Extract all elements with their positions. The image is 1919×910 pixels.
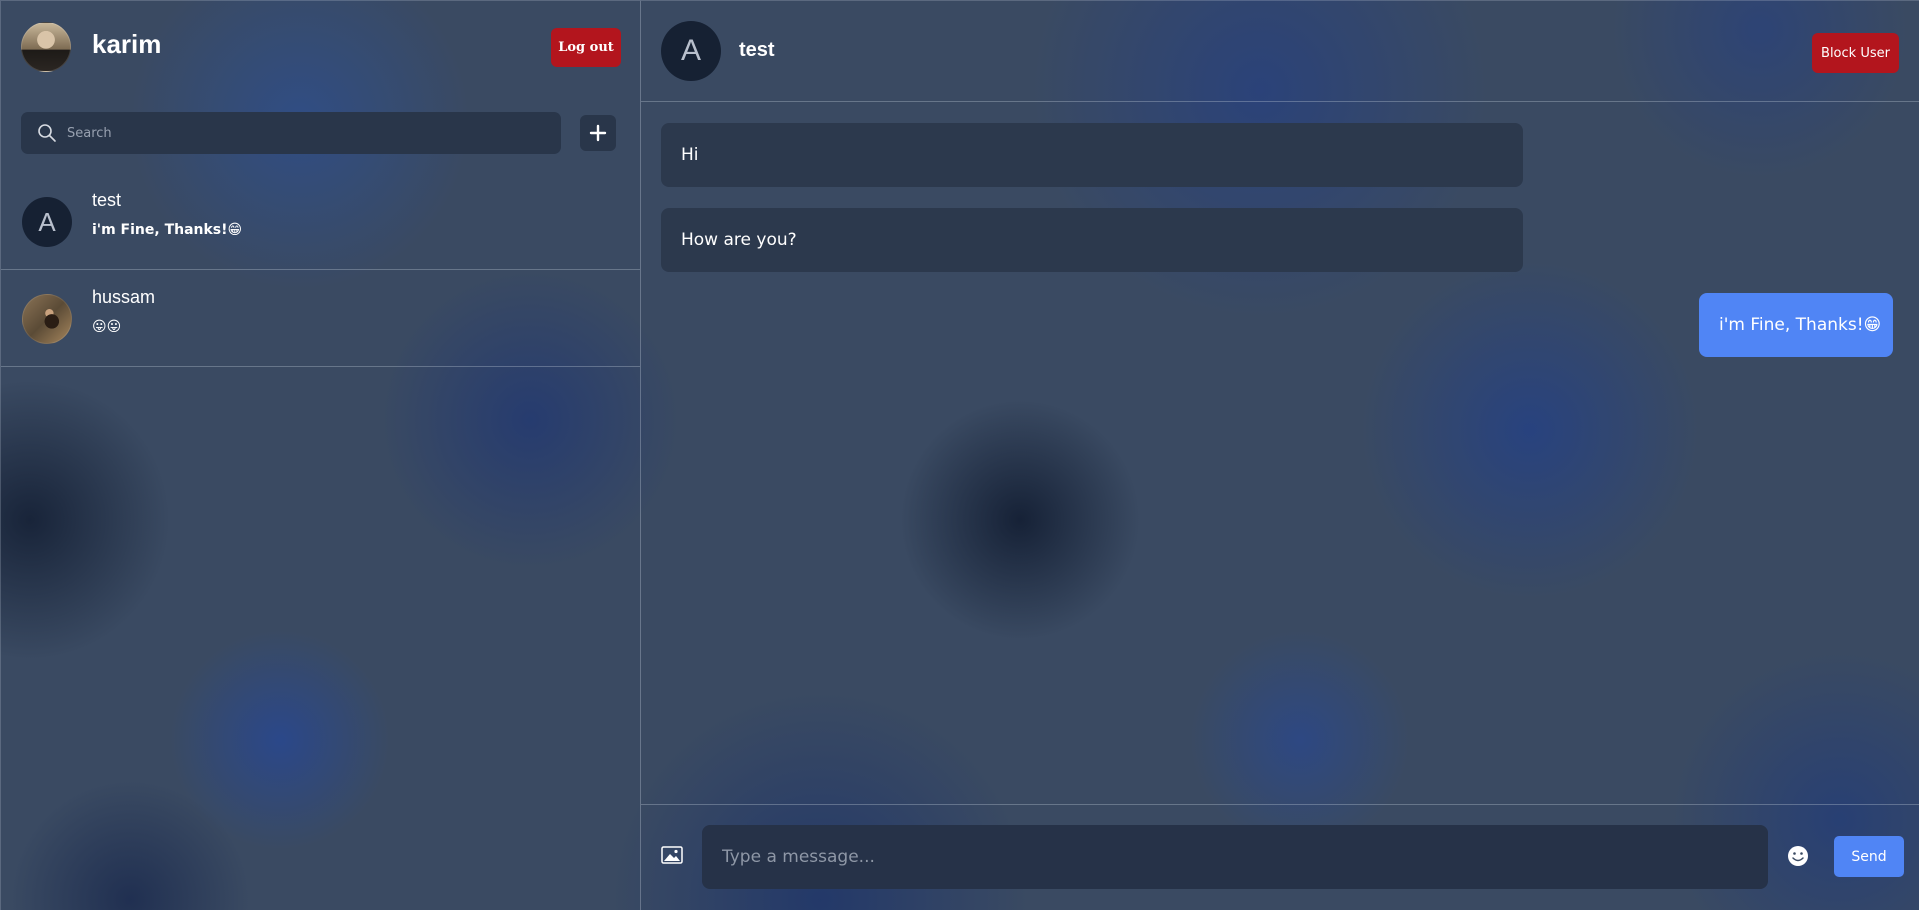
search-box — [21, 112, 561, 154]
chat-panel: A test Block User Hi How are you? i'm Fi… — [641, 0, 1919, 910]
logout-button[interactable]: Log out — [551, 28, 621, 67]
search-input[interactable] — [67, 125, 561, 141]
emoji-picker-icon[interactable] — [1787, 845, 1809, 867]
chat-header-name: test — [739, 39, 775, 61]
sidebar: karim Log out A t — [0, 0, 641, 910]
chat-avatar — [22, 294, 72, 344]
chat-list-item[interactable]: hussam 😛😛 — [1, 270, 640, 367]
message-bubble-incoming: Hi — [661, 123, 1523, 187]
chat-name: hussam — [92, 287, 156, 307]
chat-app: karim Log out A t — [0, 0, 1919, 910]
chat-header-avatar[interactable]: A — [661, 21, 721, 81]
message-composer: Send — [641, 804, 1919, 910]
chat-name: test — [92, 190, 122, 210]
message-bubble-incoming: How are you? — [661, 208, 1523, 272]
message-list: Hi How are you? i'm Fine, Thanks!😁 — [641, 102, 1919, 804]
plus-icon — [589, 124, 607, 142]
search-icon — [27, 112, 67, 154]
current-user-avatar[interactable] — [21, 22, 71, 72]
chat-avatar: A — [22, 197, 72, 247]
chat-last-message: i'm Fine, Thanks!😁 — [92, 222, 243, 238]
chat-header: A test Block User — [641, 1, 1919, 102]
user-header: karim Log out — [1, 1, 640, 93]
current-username: karim — [92, 29, 162, 59]
chat-last-message: 😛😛 — [92, 319, 122, 335]
block-user-button[interactable]: Block User — [1812, 33, 1899, 73]
add-chat-button[interactable] — [580, 115, 616, 151]
search-row — [1, 93, 640, 173]
message-bubble-outgoing: i'm Fine, Thanks!😁 — [1699, 293, 1893, 357]
message-input[interactable] — [702, 825, 1768, 889]
image-upload-icon[interactable] — [661, 845, 683, 865]
chat-list-item[interactable]: A test i'm Fine, Thanks!😁 — [1, 173, 640, 270]
send-button[interactable]: Send — [1834, 836, 1904, 877]
